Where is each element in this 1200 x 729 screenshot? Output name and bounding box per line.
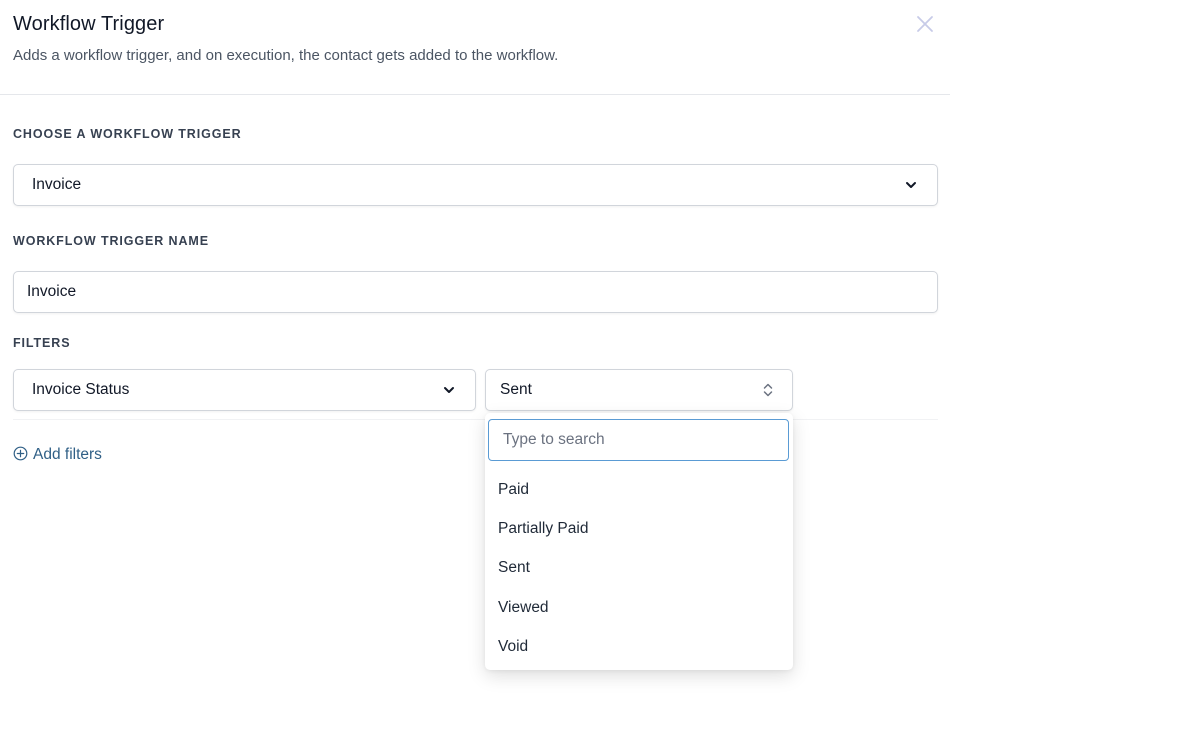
chevron-down-icon	[901, 175, 921, 195]
page-title: Workflow Trigger	[13, 13, 165, 35]
page-subtitle: Adds a workflow trigger, and on executio…	[13, 47, 559, 64]
trigger-select[interactable]: Invoice	[13, 164, 938, 206]
dropdown-options-list: Paid Partially Paid Sent Viewed Void	[485, 470, 793, 666]
trigger-select-value: Invoice	[32, 176, 82, 193]
dropdown-search-input[interactable]	[488, 419, 789, 461]
add-filters-button[interactable]: Add filters	[13, 443, 102, 466]
filters-section-label: FILTERS	[13, 336, 71, 350]
trigger-section-label: CHOOSE A WORKFLOW TRIGGER	[13, 127, 242, 141]
dropdown-option-paid[interactable]: Paid	[485, 470, 793, 509]
dropdown-option-sent[interactable]: Sent	[485, 549, 793, 588]
dropdown-option-viewed[interactable]: Viewed	[485, 588, 793, 627]
panel-header: Workflow Trigger Adds a workflow trigger…	[0, 0, 950, 95]
close-button[interactable]	[912, 13, 938, 39]
add-filters-label: Add filters	[33, 445, 102, 463]
workflow-trigger-panel: Workflow Trigger Adds a workflow trigger…	[0, 0, 950, 729]
plus-circle-icon	[13, 443, 28, 466]
filter-field-select[interactable]: Invoice Status	[13, 369, 476, 411]
filter-value-dropdown: Paid Partially Paid Sent Viewed Void	[485, 413, 793, 670]
chevron-down-icon	[439, 380, 459, 400]
filters-divider	[13, 419, 938, 420]
trigger-name-input[interactable]	[13, 271, 938, 313]
close-icon	[916, 15, 934, 38]
chevron-up-down-icon	[758, 380, 778, 400]
filter-value-select[interactable]: Sent	[485, 369, 793, 411]
dropdown-option-void[interactable]: Void	[485, 627, 793, 666]
filter-value-selected: Sent	[500, 381, 532, 398]
trigger-name-label: WORKFLOW TRIGGER NAME	[13, 234, 209, 248]
filter-field-value: Invoice Status	[32, 381, 130, 398]
dropdown-option-partially-paid[interactable]: Partially Paid	[485, 509, 793, 548]
